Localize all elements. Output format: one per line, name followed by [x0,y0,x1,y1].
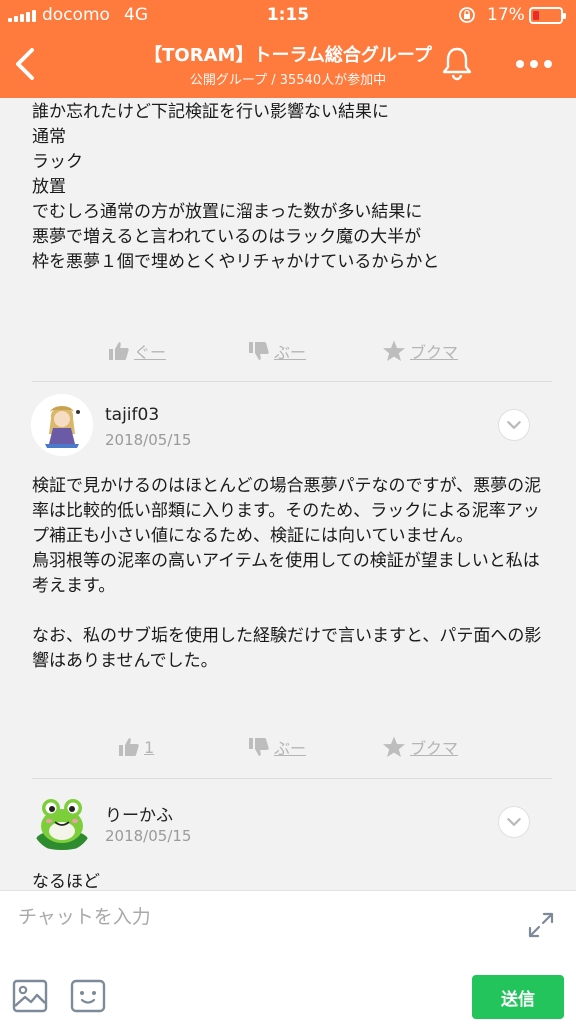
bookmark-label: ブクマ [410,739,459,758]
thumbs-up-icon [119,738,139,756]
post-text: 検証で見かけるのはほとんどの場合悪夢パテなのですが、悪夢の泥率は比較的低い部類に… [32,476,542,671]
divider [32,778,552,779]
good-count: 1 [144,737,155,757]
header-titlebox: 【TORAM】トーラム総合グループ 公開グループ / 35540人が参加中 [80,41,496,88]
thumbs-down-icon [249,738,269,756]
bell-icon[interactable] [438,44,476,82]
send-button[interactable]: 送信 [472,975,564,1019]
battery-percent: 17% [487,5,525,25]
bookmark-button[interactable]: ブクマ [382,334,458,368]
lock-rotation-icon [459,7,475,23]
post-date: 2018/05/15 [105,431,192,449]
bad-label: ぶー [274,343,307,362]
battery-icon [529,7,566,24]
message-feed[interactable]: 誰か忘れたけど下記検証を行い影響ない結果に 通常 ラック 放置 でむしろ通常の方… [0,98,576,890]
app-header: docomo 4G 1:15 17% 【TORAM】トーラム総合グループ 公開グ… [0,0,576,98]
group-subtitle: 公開グループ / 35540人が参加中 [189,73,387,88]
chat-input[interactable] [18,897,498,937]
post-date: 2018/05/15 [105,827,192,845]
group-title: 【TORAM】トーラム総合グループ [144,45,432,66]
thumbs-down-icon [249,342,269,360]
bookmark-label: ブクマ [410,343,459,362]
star-icon [383,736,405,757]
bad-label: ぶー [274,739,307,758]
post-username[interactable]: tajif03 [105,405,159,425]
bookmark-button[interactable]: ブクマ [382,730,458,764]
divider [32,381,552,382]
avatar[interactable] [31,394,93,456]
expand-icon[interactable] [526,910,556,940]
star-icon [383,340,405,361]
post-actions: ぐー ぶー ブクマ [0,334,576,368]
more-icon[interactable] [514,54,554,74]
good-button[interactable]: 1 [118,730,154,764]
chevron-down-icon[interactable] [498,409,530,441]
chevron-down-icon[interactable] [498,806,530,838]
image-icon[interactable] [12,979,48,1013]
bad-button[interactable]: ぶー [248,334,306,368]
post-text: 誰か忘れたけど下記検証を行い影響ない結果に 通常 ラック 放置 でむしろ通常の方… [32,102,440,272]
thumbs-up-icon [109,342,129,360]
sticker-icon[interactable] [70,979,106,1013]
good-button[interactable]: ぐー [108,334,166,368]
status-bar: docomo 4G 1:15 17% [0,0,576,32]
post-text: なるほど [32,872,100,890]
good-label: ぐー [134,343,167,362]
post-username[interactable]: りーかふ [105,801,173,826]
post-actions: 1 ぶー ブクマ [0,730,576,764]
avatar[interactable] [31,790,93,852]
back-arrow-icon[interactable] [10,44,42,84]
bad-button[interactable]: ぶー [248,730,306,764]
